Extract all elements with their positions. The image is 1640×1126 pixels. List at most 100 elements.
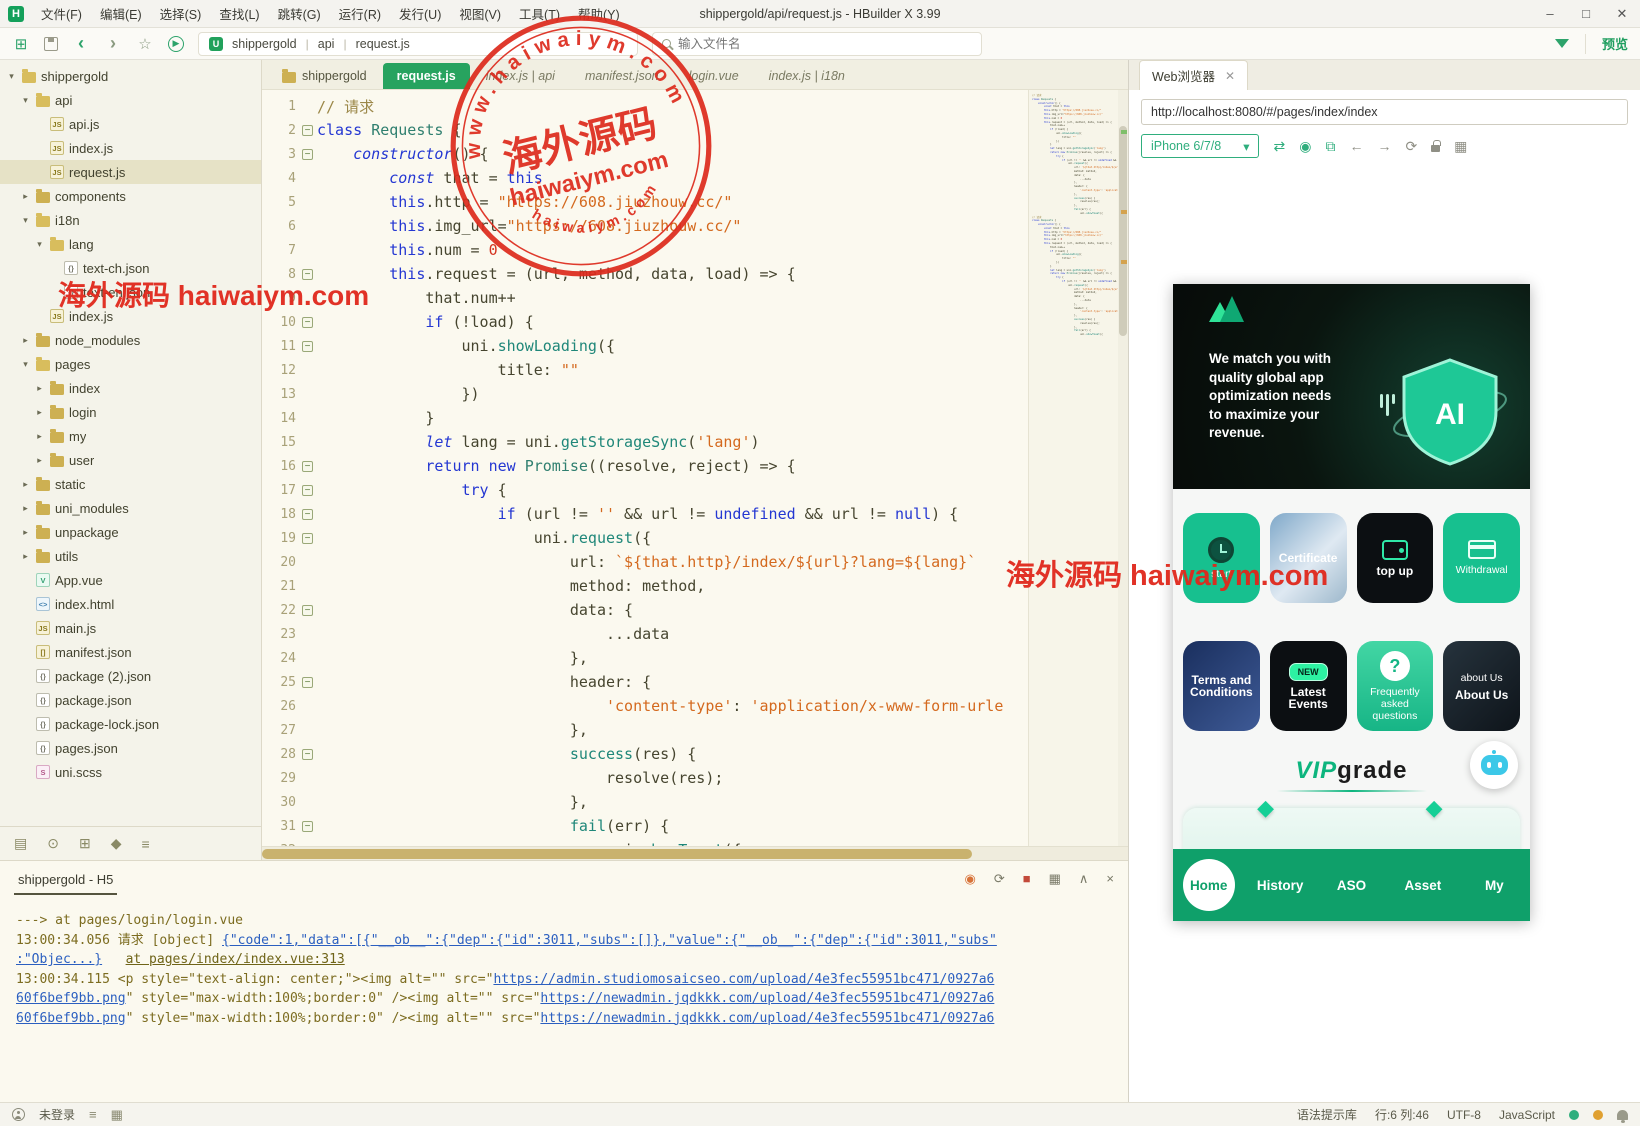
tree-item[interactable]: ▾ i18n [0,208,261,232]
tree-item[interactable]: JS main.js [0,616,261,640]
app-tile[interactable]: Certificate [1269,513,1347,603]
tree-item[interactable]: ▾ shippergold [0,64,261,88]
editor-tab[interactable]: index.js | api [472,63,569,89]
browser-tab[interactable]: Web浏览器 ✕ [1139,60,1249,90]
customer-service-icon[interactable] [1470,741,1518,789]
grid-icon[interactable]: ▦ [111,1107,123,1123]
record-icon[interactable]: ◉ [964,871,975,887]
tree-item[interactable]: {} text-en.json [0,280,261,304]
tree-item[interactable]: ▸ static [0,472,261,496]
menubar-item[interactable]: 选择(S) [151,4,211,23]
minimize-button[interactable]: – [1532,0,1568,28]
app-tile[interactable]: NEW Latest Events [1269,641,1347,731]
tree-item[interactable]: ▾ pages [0,352,261,376]
explorer-panel-icon[interactable]: ▤ [14,835,27,852]
fold-icon[interactable]: − [302,484,313,496]
debug-dot-icon[interactable]: ◉ [1299,138,1311,155]
tree-item[interactable]: ▸ my [0,424,261,448]
fold-icon[interactable]: − [302,748,313,760]
preview-button[interactable]: 预览 [1584,33,1628,54]
new-window-icon[interactable]: ⊞ [12,35,30,53]
menu-panel-icon[interactable]: ≡ [141,836,149,852]
console-panel-icon[interactable]: ⊙ [47,835,59,852]
tree-item[interactable]: [] manifest.json [0,640,261,664]
editor-tab[interactable]: login.vue [675,63,753,89]
console-link[interactable]: {"code":1,"data":[{"__ob__":{"dep":{"id"… [222,933,997,948]
lock-icon[interactable] [1431,140,1441,152]
tree-item[interactable]: ▸ components [0,184,261,208]
fold-icon[interactable]: − [302,316,313,328]
add-panel-icon[interactable]: ⊞ [79,835,91,852]
fold-icon[interactable]: − [302,676,313,688]
app-tile[interactable]: ? Frequently asked questions [1356,641,1434,731]
run-icon[interactable]: ▶ [168,35,184,52]
editor-tab[interactable]: request.js [382,63,470,89]
navigate-back-icon[interactable]: ‹ [72,33,90,54]
breadcrumb-item[interactable]: api [318,37,335,51]
tree-item[interactable]: JS api.js [0,112,261,136]
rotate-device-icon[interactable]: ⇄ [1273,138,1285,155]
menubar-item[interactable]: 运行(R) [330,4,390,23]
fold-icon[interactable]: − [302,340,313,352]
fold-icon[interactable]: − [302,460,313,472]
menubar-item[interactable]: 发行(U) [390,4,450,23]
marker-panel-icon[interactable]: ◆ [111,835,122,852]
tree-item[interactable]: ▸ user [0,448,261,472]
editor-tab[interactable]: index.js | i18n [755,63,859,89]
collapse-icon[interactable]: ∧ [1079,871,1089,887]
breadcrumb-item[interactable]: shippergold [232,37,297,51]
close-console-icon[interactable]: × [1106,871,1114,887]
tree-item[interactable]: {} package (2).json [0,664,261,688]
device-selector[interactable]: iPhone 6/7/8 ▾ [1141,134,1260,158]
editor-tab[interactable]: shippergold [268,63,381,89]
tree-item[interactable]: ▸ unpackage [0,520,261,544]
app-tile[interactable]: about Us About Us [1443,641,1520,731]
console-link[interactable]: https://newadmin.jqdkkk.com/upload/4e3fe… [540,1011,994,1026]
nav-item-asset[interactable]: Asset [1387,849,1458,921]
tree-item[interactable]: V App.vue [0,568,261,592]
open-external-icon[interactable]: ⧉ [1325,138,1335,155]
menubar-item[interactable]: 帮助(Y) [569,4,629,23]
fold-icon[interactable]: − [302,124,313,136]
close-tab-icon[interactable]: ✕ [1225,69,1235,83]
notification-bell-icon[interactable] [1617,1110,1628,1123]
tree-item[interactable]: Suni.scss [0,760,261,784]
breadcrumb-item[interactable]: request.js [356,37,410,51]
qrcode-icon[interactable]: ▦ [1454,138,1467,155]
app-tile[interactable]: start [1183,513,1260,603]
status-item[interactable]: 语法提示库 [1297,1106,1357,1123]
tree-item[interactable]: ▾ api [0,88,261,112]
scrollbar-thumb[interactable] [1119,126,1127,336]
navigate-forward-icon[interactable]: › [104,33,122,54]
code-area[interactable]: 1// 请求 2− class Requests {3− constructor()… [262,90,1028,847]
tree-item[interactable]: ▸ utils [0,544,261,568]
tree-item[interactable]: ▸ node_modules [0,328,261,352]
nav-item-history[interactable]: History [1244,849,1315,921]
stop-icon[interactable]: ■ [1023,871,1031,887]
status-item[interactable]: JavaScript [1499,1108,1555,1122]
bookmark-star-icon[interactable]: ☆ [136,35,154,53]
refresh-icon[interactable]: ⟳ [1405,138,1417,155]
console-tab[interactable]: shippergold - H5 [14,864,118,895]
status-green-icon[interactable] [1569,1109,1579,1120]
app-tile[interactable]: Terms and Conditions [1183,641,1260,731]
menubar-item[interactable]: 跳转(G) [269,4,330,23]
tree-item[interactable]: {} package.json [0,688,261,712]
menubar-item[interactable]: 文件(F) [32,4,91,23]
tree-item[interactable]: {} package-lock.json [0,712,261,736]
console-link[interactable]: 60f6bef9bb.png [16,1011,126,1026]
url-input[interactable] [1141,99,1628,125]
tree-item[interactable]: JS request.js [0,160,261,184]
nav-item-my[interactable]: My [1459,849,1530,921]
list-icon[interactable]: ≡ [89,1107,97,1122]
menubar-item[interactable]: 视图(V) [450,4,510,23]
console-link[interactable]: :"Objec...} [16,952,102,967]
console-link[interactable]: https://admin.studiomosaicseo.com/upload… [493,972,994,987]
fold-icon[interactable]: − [302,820,313,832]
restart-icon[interactable]: ⟳ [994,871,1005,887]
tree-item[interactable]: {} pages.json [0,736,261,760]
tree-item[interactable]: ▸ uni_modules [0,496,261,520]
export-icon[interactable]: ▦ [1049,871,1061,887]
save-icon[interactable] [44,36,58,51]
app-tile[interactable]: top up [1356,513,1434,603]
